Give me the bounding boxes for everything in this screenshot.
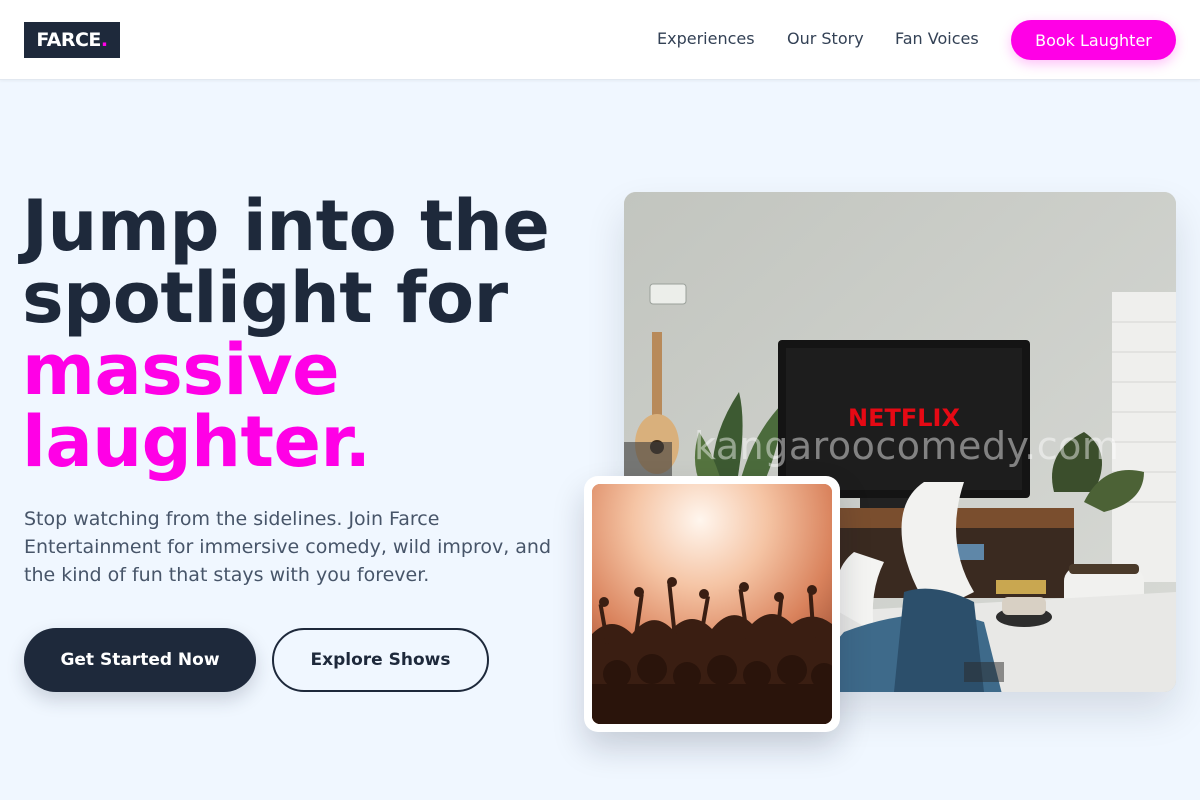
explore-shows-button[interactable]: Explore Shows xyxy=(272,628,489,692)
book-laughter-button[interactable]: Book Laughter xyxy=(1011,20,1176,60)
site-header: FARCE. Experiences Our Story Fan Voices … xyxy=(0,0,1200,80)
headline-line-1: Jump into the xyxy=(22,185,550,267)
headline-line-2: spotlight for xyxy=(22,257,508,339)
brand-dot: . xyxy=(100,29,108,51)
image-watermark: kangaroocomedy.com xyxy=(694,424,1120,468)
secondary-image-card xyxy=(584,476,840,732)
get-started-button[interactable]: Get Started Now xyxy=(24,628,256,692)
nav-link-experiences[interactable]: Experiences xyxy=(657,29,755,48)
headline-accent-line-1: massive xyxy=(22,329,340,411)
hero-subtext: Stop watching from the sidelines. Join F… xyxy=(24,508,552,586)
nav-link-our-story[interactable]: Our Story xyxy=(787,29,864,48)
nav-link-fan-voices[interactable]: Fan Voices xyxy=(895,29,979,48)
concert-crowd-illustration xyxy=(592,484,832,724)
hero-headline: Jump into the spotlight for massive laug… xyxy=(22,190,602,478)
brand-logo[interactable]: FARCE. xyxy=(24,22,120,58)
concert-crowd-image xyxy=(592,484,832,724)
brand-name: FARCE xyxy=(36,29,101,51)
headline-accent-line-2: laughter. xyxy=(22,401,371,483)
